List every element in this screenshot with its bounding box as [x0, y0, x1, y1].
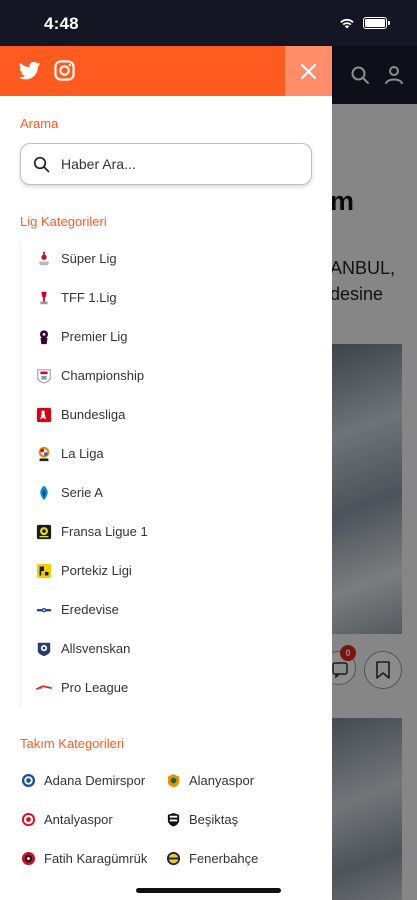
la-liga-logo-icon — [35, 445, 53, 463]
fatih-karagumruk-logo-icon — [20, 850, 36, 866]
status-bar: 4:48 — [0, 0, 417, 46]
search-input[interactable] — [61, 144, 301, 184]
close-drawer-button[interactable] — [285, 46, 332, 96]
status-time: 4:48 — [44, 14, 79, 33]
championship-logo-icon — [35, 367, 53, 385]
serie-a-logo-icon — [35, 484, 53, 502]
team-item-fenerbahce[interactable]: Fenerbahçe — [165, 848, 258, 868]
pro-league-logo-icon — [35, 679, 53, 697]
adana-demirspor-logo-icon — [20, 772, 36, 788]
league-item-portekiz-ligi[interactable]: Portekiz Ligi — [21, 551, 320, 590]
super-lig-logo-icon — [35, 250, 53, 268]
league-name: Eredevise — [61, 602, 119, 617]
liga-portugal-logo-icon — [35, 562, 53, 580]
team-item-fatih-karagumruk[interactable]: Fatih Karagümrük — [20, 848, 147, 868]
league-name: Pro League — [61, 680, 129, 695]
league-name: Bundesliga — [61, 407, 126, 422]
team-item-besiktas[interactable]: Beşiktaş — [165, 809, 238, 829]
league-name: Premier Lig — [61, 329, 128, 344]
team-name: Antalyaspor — [44, 811, 113, 827]
antalyaspor-logo-icon — [20, 811, 36, 827]
league-name: Championship — [61, 368, 145, 383]
league-item-championship[interactable]: Championship — [21, 356, 320, 395]
team-name: Alanyaspor — [189, 772, 255, 788]
league-name: Süper Lig — [61, 251, 117, 266]
league-item-serie-a[interactable]: Serie A — [21, 473, 320, 512]
premier-league-logo-icon — [35, 328, 53, 346]
league-item-premier-lig[interactable]: Premier Lig — [21, 317, 320, 356]
team-item-adana-demirspor[interactable]: Adana Demirspor — [20, 770, 145, 790]
alanyaspor-logo-icon — [165, 772, 181, 788]
league-item-fransa-ligue-1[interactable]: Fransa Ligue 1 — [21, 512, 320, 551]
league-item-eredevise[interactable]: Eredevise — [21, 590, 320, 629]
ligue-1-logo-icon — [35, 523, 53, 541]
drawer-header — [0, 46, 332, 96]
league-item-pro-league[interactable]: Pro League — [21, 668, 320, 707]
tff-1-lig-logo-icon — [35, 289, 53, 307]
team-name: Fenerbahçe — [189, 850, 259, 866]
league-name: Serie A — [61, 485, 103, 500]
allsvenskan-logo-icon — [35, 640, 53, 658]
team-name: Fatih Karagümrük — [44, 850, 148, 866]
home-indicator[interactable] — [136, 888, 281, 893]
league-item-allsvenskan[interactable]: Allsvenskan — [21, 629, 320, 668]
eredivisie-logo-icon — [35, 601, 53, 619]
team-item-antalyaspor[interactable]: Antalyaspor — [20, 809, 113, 829]
league-list: Süper Lig TFF 1.Lig Premier Lig Champion… — [20, 239, 320, 707]
team-item-alanyaspor[interactable]: Alanyaspor — [165, 770, 254, 790]
wifi-icon — [340, 18, 354, 29]
search-icon — [33, 156, 50, 173]
besiktas-logo-icon — [165, 811, 181, 827]
league-item-super-lig[interactable]: Süper Lig — [21, 239, 320, 278]
battery-icon — [363, 17, 390, 29]
league-name: Portekiz Ligi — [61, 563, 132, 578]
instagram-icon[interactable] — [54, 60, 75, 81]
league-name: La Liga — [61, 446, 104, 461]
search-box[interactable] — [20, 143, 312, 185]
team-name: Beşiktaş — [189, 811, 239, 827]
search-section-title: Arama — [20, 116, 59, 131]
team-categories-title: Takım Kategorileri — [20, 736, 125, 751]
twitter-icon[interactable] — [19, 61, 41, 81]
league-categories-title: Lig Kategorileri — [20, 214, 107, 229]
league-item-bundesliga[interactable]: Bundesliga — [21, 395, 320, 434]
bundesliga-logo-icon — [35, 406, 53, 424]
status-icons — [339, 17, 390, 29]
side-drawer: Arama Lig Kategorileri Süper Lig TFF 1.L… — [0, 46, 332, 900]
league-name: Fransa Ligue 1 — [61, 524, 148, 539]
fenerbahce-logo-icon — [165, 850, 181, 866]
league-item-tff-1-lig[interactable]: TFF 1.Lig — [21, 278, 320, 317]
team-name: Adana Demirspor — [44, 772, 146, 788]
close-icon — [300, 63, 317, 79]
league-name: Allsvenskan — [61, 641, 131, 656]
league-name: TFF 1.Lig — [61, 290, 117, 305]
league-item-la-liga[interactable]: La Liga — [21, 434, 320, 473]
